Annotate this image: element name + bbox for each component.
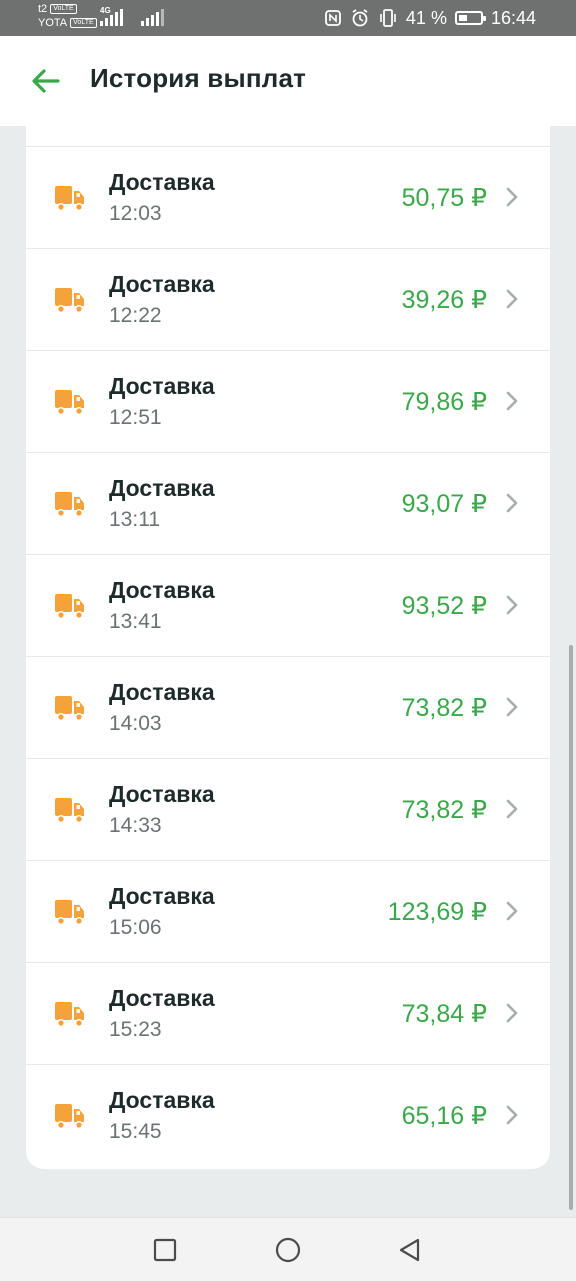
payout-type: Доставка bbox=[109, 1087, 215, 1113]
payout-amount: 79,86 ₽ bbox=[401, 388, 487, 416]
chevron-right-icon bbox=[506, 187, 518, 207]
payout-amount: 39,26 ₽ bbox=[401, 286, 487, 314]
truck-icon bbox=[54, 387, 86, 417]
list-item[interactable]: Доставка 15:23 73,84 ₽ bbox=[26, 962, 550, 1064]
list-item[interactable]: Доставка 12:03 50,75 ₽ bbox=[26, 146, 550, 248]
payout-amount: 93,52 ₽ bbox=[401, 592, 487, 620]
status-bar: t2 VoLTE YOTA VoLTE 4G 41 % 16:44 bbox=[0, 0, 576, 36]
truck-icon bbox=[54, 591, 86, 621]
payout-time: 12:51 bbox=[109, 406, 162, 429]
truck-icon bbox=[54, 897, 86, 927]
truck-icon bbox=[54, 999, 86, 1029]
payout-time: 14:03 bbox=[109, 712, 162, 735]
list-top-spacer bbox=[26, 126, 550, 146]
payout-amount: 50,75 ₽ bbox=[401, 184, 487, 212]
clock: 16:44 bbox=[490, 7, 536, 28]
vibrate-icon bbox=[380, 9, 396, 27]
signal-indicators bbox=[100, 8, 164, 26]
payout-amount: 73,82 ₽ bbox=[401, 796, 487, 824]
payout-time: 13:41 bbox=[109, 610, 162, 633]
list-item[interactable]: Доставка 14:33 73,82 ₽ bbox=[26, 758, 550, 860]
nfc-icon bbox=[325, 10, 341, 26]
payout-type: Доставка bbox=[109, 985, 215, 1011]
square-icon[interactable] bbox=[151, 1236, 179, 1264]
payout-amount: 123,69 ₽ bbox=[387, 898, 487, 926]
triangle-back-icon[interactable] bbox=[396, 1236, 424, 1264]
volte-badge: VoLTE bbox=[50, 4, 77, 14]
truck-icon bbox=[54, 693, 86, 723]
payout-type: Доставка bbox=[109, 577, 215, 603]
chevron-right-icon bbox=[506, 391, 518, 411]
payout-time: 14:33 bbox=[109, 814, 162, 837]
payout-time: 15:23 bbox=[109, 1018, 162, 1041]
truck-icon bbox=[54, 285, 86, 315]
payout-time: 15:45 bbox=[109, 1120, 162, 1143]
list-item[interactable]: Доставка 14:03 73,82 ₽ bbox=[26, 656, 550, 758]
volte-badge-2: VoLTE bbox=[70, 18, 97, 28]
payout-list-card: Доставка 12:03 50,75 ₽ Доставка 12:22 39… bbox=[26, 126, 550, 1169]
payout-type: Доставка bbox=[109, 781, 215, 807]
chevron-right-icon bbox=[506, 1105, 518, 1125]
payout-amount: 73,82 ₽ bbox=[401, 694, 487, 722]
payout-time: 13:11 bbox=[109, 508, 160, 531]
list-item[interactable]: Доставка 13:11 93,07 ₽ bbox=[26, 452, 550, 554]
chevron-right-icon bbox=[506, 289, 518, 309]
truck-icon bbox=[54, 489, 86, 519]
arrow-left-icon[interactable] bbox=[26, 62, 64, 100]
chevron-right-icon bbox=[506, 697, 518, 717]
payout-list: Доставка 12:03 50,75 ₽ Доставка 12:22 39… bbox=[26, 126, 550, 1166]
payout-type: Доставка bbox=[109, 883, 215, 909]
truck-icon bbox=[54, 183, 86, 213]
chevron-right-icon bbox=[506, 901, 518, 921]
carrier-2: YOTA bbox=[38, 17, 68, 29]
list-item[interactable]: Доставка 12:51 79,86 ₽ bbox=[26, 350, 550, 452]
signal-icon-2 bbox=[141, 8, 164, 26]
scrollbar[interactable] bbox=[569, 645, 573, 1210]
alarm-icon bbox=[352, 9, 368, 27]
chevron-right-icon bbox=[506, 493, 518, 513]
payout-type: Доставка bbox=[109, 271, 215, 297]
payout-type: Доставка bbox=[109, 373, 215, 399]
payout-time: 12:03 bbox=[109, 202, 162, 225]
list-item[interactable]: Доставка 13:41 93,52 ₽ bbox=[26, 554, 550, 656]
system-nav-bar bbox=[0, 1217, 576, 1281]
list-item[interactable]: Доставка 15:06 123,69 ₽ bbox=[26, 860, 550, 962]
list-item[interactable]: Доставка 12:22 39,26 ₽ bbox=[26, 248, 550, 350]
truck-icon bbox=[54, 795, 86, 825]
payout-time: 15:06 bbox=[109, 916, 162, 939]
chevron-right-icon bbox=[506, 595, 518, 615]
signal-icon bbox=[100, 8, 123, 26]
payout-type: Доставка bbox=[109, 679, 215, 705]
chevron-right-icon bbox=[506, 1003, 518, 1023]
status-right: 41 % 16:44 bbox=[324, 0, 536, 36]
chevron-right-icon bbox=[506, 799, 518, 819]
list-item[interactable]: Доставка 15:45 65,16 ₽ bbox=[26, 1064, 550, 1166]
payout-time: 12:22 bbox=[109, 304, 162, 327]
truck-icon bbox=[54, 1101, 86, 1131]
payout-type: Доставка bbox=[109, 475, 215, 501]
battery-percent: 41 % bbox=[405, 7, 447, 28]
payout-amount: 65,16 ₽ bbox=[401, 1102, 487, 1130]
battery-icon bbox=[454, 11, 486, 25]
payout-type: Доставка bbox=[109, 169, 215, 195]
payout-amount: 73,84 ₽ bbox=[401, 1000, 487, 1028]
carrier-1: t2 bbox=[38, 3, 48, 15]
circle-icon[interactable] bbox=[274, 1236, 302, 1264]
carrier-info: t2 VoLTE YOTA VoLTE bbox=[38, 2, 97, 30]
app-header: История выплат bbox=[0, 36, 576, 126]
payout-amount: 93,07 ₽ bbox=[401, 490, 487, 518]
page-title: История выплат bbox=[90, 63, 307, 93]
